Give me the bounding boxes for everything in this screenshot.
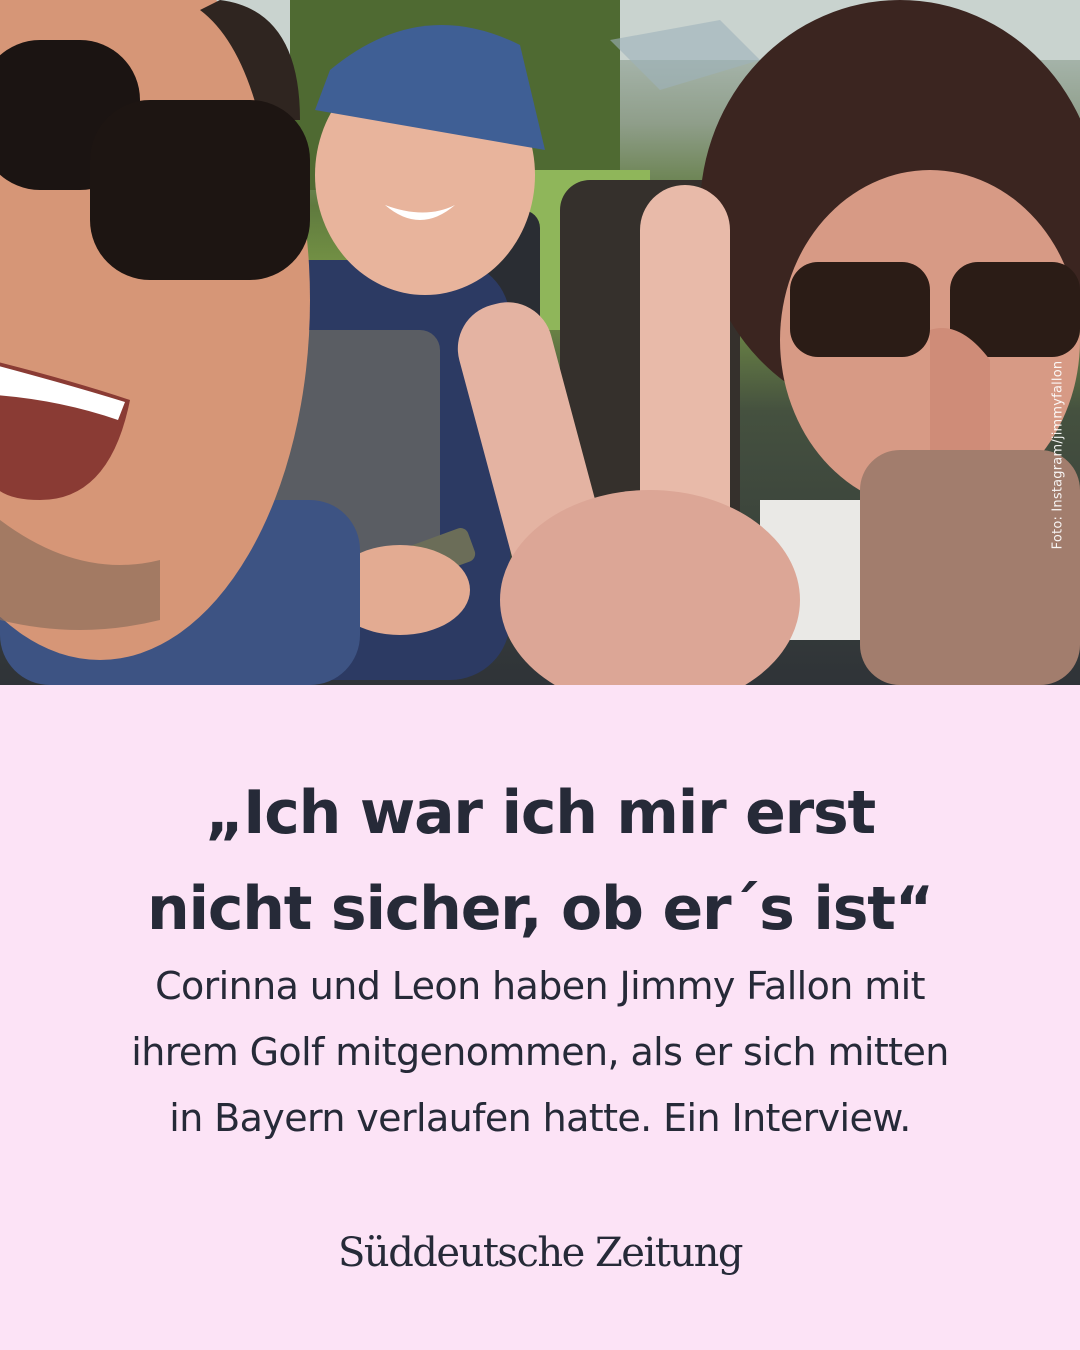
headline-line: nicht sicher, ob er´s ist“	[147, 874, 934, 944]
teaser-text: Corinna und Leon haben Jimmy Fallon mit …	[60, 953, 1020, 1151]
text-panel: „Ich war ich mir erst nicht sicher, ob e…	[0, 685, 1080, 1350]
teaser-line: ihrem Golf mitgenommen, als er sich mitt…	[131, 1030, 949, 1074]
photo-illustration	[0, 0, 1080, 685]
brand-logo: Süddeutsche Zeitung	[338, 1230, 743, 1276]
social-post-card: Foto: Instagram/jimmyfallon „Ich war ich…	[0, 0, 1080, 1350]
teaser-line: in Bayern verlaufen hatte. Ein Interview…	[169, 1096, 911, 1140]
photo-credit: Foto: Instagram/jimmyfallon	[1050, 360, 1066, 550]
headline: „Ich war ich mir erst nicht sicher, ob e…	[60, 765, 1020, 957]
headline-line: „Ich war ich mir erst	[204, 778, 876, 848]
teaser-line: Corinna und Leon haben Jimmy Fallon mit	[155, 964, 925, 1008]
selfie-photo: Foto: Instagram/jimmyfallon	[0, 0, 1080, 685]
